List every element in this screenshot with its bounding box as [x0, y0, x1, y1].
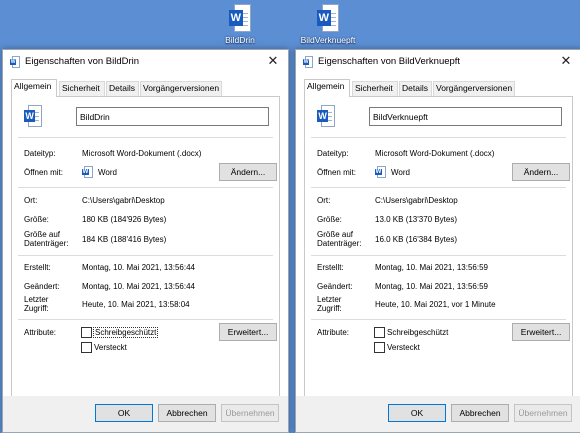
- desktop-icon-label: BildDrin: [225, 35, 255, 45]
- value-letzter-zugriff: Heute, 10. Mai 2021, vor 1 Minute: [375, 300, 496, 309]
- label-letzter-zugriff: Letzter Zugriff:: [24, 295, 49, 313]
- tab-allgemein[interactable]: Allgemein: [304, 79, 350, 97]
- value-oeffnen-mit: Word: [391, 168, 410, 177]
- word-app-icon: W: [375, 166, 386, 178]
- value-ort: C:\Users\gabri\Desktop: [375, 196, 458, 205]
- cancel-button[interactable]: Abbrechen: [158, 404, 216, 422]
- tab-vorgaengerversionen[interactable]: Vorgängerversionen: [140, 81, 222, 96]
- word-app-icon: W: [82, 166, 93, 178]
- tab-bar: Allgemein Sicherheit Details Vorgängerve…: [11, 79, 280, 97]
- value-oeffnen-mit: Word: [98, 168, 117, 177]
- apply-button: Übernehmen: [514, 404, 572, 422]
- label-erstellt: Erstellt:: [24, 263, 51, 272]
- label-groesse: Größe:: [24, 215, 49, 224]
- properties-dialog-bildverknuepft: W Eigenschaften von BildVerknuepft ✕ All…: [295, 49, 580, 433]
- properties-dialog-bilddrin: W Eigenschaften von BildDrin ✕ Allgemein…: [2, 49, 289, 433]
- value-letzter-zugriff: Heute, 10. Mai 2021, 13:58:04: [82, 300, 190, 309]
- tab-vorgaengerversionen[interactable]: Vorgängerversionen: [433, 81, 515, 96]
- close-icon[interactable]: ✕: [266, 52, 280, 70]
- label-geaendert: Geändert:: [24, 282, 60, 291]
- tab-allgemein[interactable]: Allgemein: [11, 79, 57, 97]
- value-dateityp: Microsoft Word-Dokument (.docx): [375, 149, 495, 158]
- desktop-icon-bilddrin[interactable]: W BildDrin: [200, 4, 280, 45]
- checkbox-versteckt[interactable]: [81, 342, 92, 353]
- checkbox-label-schreibgeschuetzt[interactable]: Schreibgeschützt: [387, 328, 448, 337]
- value-groesse: 180 KB (184'926 Bytes): [82, 215, 167, 224]
- ok-button[interactable]: OK: [388, 404, 446, 422]
- checkbox-label-versteckt[interactable]: Versteckt: [94, 343, 127, 352]
- close-icon[interactable]: ✕: [559, 52, 573, 70]
- dialog-footer: OK Abbrechen Übernehmen: [296, 396, 580, 432]
- label-ort: Ort:: [24, 196, 38, 205]
- word-document-icon: W: [229, 4, 251, 32]
- value-groesse: 13.0 KB (13'370 Bytes): [375, 215, 458, 224]
- label-dateityp: Dateityp:: [317, 149, 349, 158]
- word-document-icon: W: [317, 4, 339, 32]
- label-attribute: Attribute:: [24, 328, 57, 337]
- value-dateityp: Microsoft Word-Dokument (.docx): [82, 149, 202, 158]
- ok-button[interactable]: OK: [95, 404, 153, 422]
- word-document-icon: W: [303, 56, 313, 68]
- label-erstellt: Erstellt:: [317, 263, 344, 272]
- checkbox-schreibgeschuetzt[interactable]: [374, 327, 385, 338]
- word-document-icon: W: [10, 56, 20, 68]
- advanced-button[interactable]: Erweitert...: [219, 323, 277, 341]
- tab-bar: Allgemein Sicherheit Details Vorgängerve…: [304, 79, 573, 97]
- label-oeffnen-mit: Öffnen mit:: [317, 168, 356, 177]
- change-button[interactable]: Ändern...: [219, 163, 277, 181]
- value-erstellt: Montag, 10. Mai 2021, 13:56:44: [82, 263, 195, 272]
- filename-input[interactable]: BildVerknuepft: [369, 107, 562, 126]
- change-button[interactable]: Ändern...: [512, 163, 570, 181]
- dialog-footer: OK Abbrechen Übernehmen: [3, 396, 288, 432]
- label-letzter-zugriff: Letzter Zugriff:: [317, 295, 342, 313]
- value-erstellt: Montag, 10. Mai 2021, 13:56:59: [375, 263, 488, 272]
- cancel-button[interactable]: Abbrechen: [451, 404, 509, 422]
- tab-sicherheit[interactable]: Sicherheit: [352, 81, 398, 96]
- value-groesse-auf-datentraeger: 16.0 KB (16'384 Bytes): [375, 235, 458, 244]
- checkbox-schreibgeschuetzt[interactable]: [81, 327, 92, 338]
- checkbox-label-schreibgeschuetzt[interactable]: Schreibgeschützt: [92, 327, 159, 338]
- apply-button: Übernehmen: [221, 404, 279, 422]
- label-geaendert: Geändert:: [317, 282, 353, 291]
- label-groesse-auf-datentraeger: Größe auf Datenträger:: [317, 230, 362, 248]
- checkbox-versteckt[interactable]: [374, 342, 385, 353]
- tab-details[interactable]: Details: [399, 81, 432, 96]
- title-bar: W Eigenschaften von BildDrin ✕: [3, 50, 288, 74]
- value-ort: C:\Users\gabri\Desktop: [82, 196, 165, 205]
- tab-panel-allgemein: W BildVerknuepft Dateityp: Microsoft Wor…: [304, 96, 573, 398]
- advanced-button[interactable]: Erweitert...: [512, 323, 570, 341]
- tab-details[interactable]: Details: [106, 81, 139, 96]
- window-title: Eigenschaften von BildDrin: [25, 56, 140, 67]
- value-geaendert: Montag, 10. Mai 2021, 13:56:44: [82, 282, 195, 291]
- value-geaendert: Montag, 10. Mai 2021, 13:56:59: [375, 282, 488, 291]
- label-attribute: Attribute:: [317, 328, 350, 337]
- filename-input[interactable]: BildDrin: [76, 107, 269, 126]
- tab-panel-allgemein: W BildDrin Dateityp: Microsoft Word-Doku…: [11, 96, 280, 398]
- word-document-icon: W: [24, 105, 42, 127]
- tab-sicherheit[interactable]: Sicherheit: [59, 81, 105, 96]
- title-bar: W Eigenschaften von BildVerknuepft ✕: [296, 50, 580, 74]
- label-ort: Ort:: [317, 196, 331, 205]
- desktop-icon-bildverknuepft[interactable]: W BildVerknuepft: [288, 4, 368, 45]
- label-oeffnen-mit: Öffnen mit:: [24, 168, 63, 177]
- word-document-icon: W: [317, 105, 335, 127]
- desktop-icon-label: BildVerknuepft: [300, 35, 356, 45]
- label-dateityp: Dateityp:: [24, 149, 56, 158]
- window-title: Eigenschaften von BildVerknuepft: [318, 56, 461, 67]
- value-groesse-auf-datentraeger: 184 KB (188'416 Bytes): [82, 235, 167, 244]
- label-groesse: Größe:: [317, 215, 342, 224]
- checkbox-label-versteckt[interactable]: Versteckt: [387, 343, 420, 352]
- label-groesse-auf-datentraeger: Größe auf Datenträger:: [24, 230, 69, 248]
